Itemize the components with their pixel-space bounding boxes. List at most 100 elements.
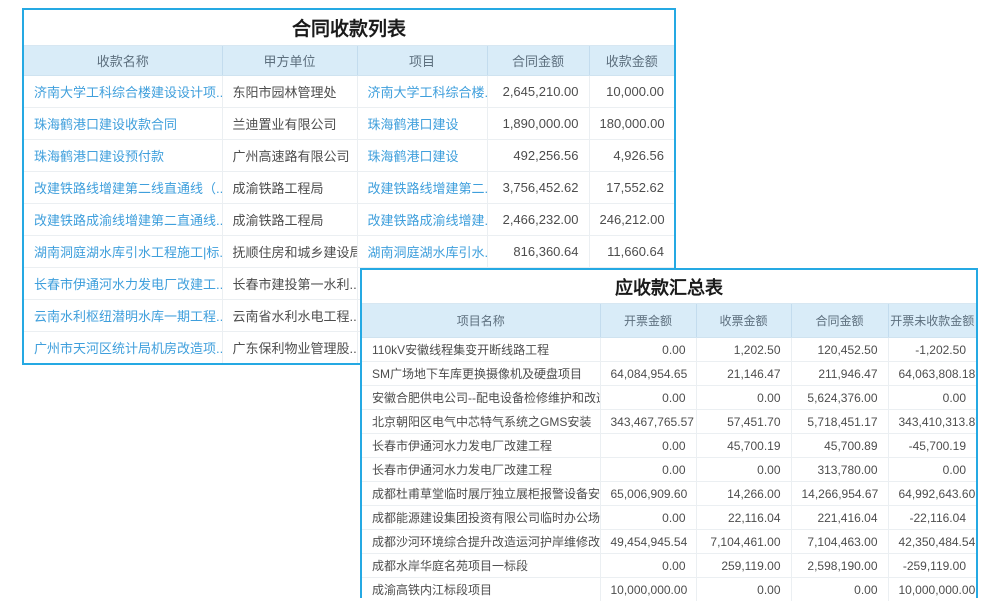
contract-amount-cell: 492,256.56 xyxy=(487,140,589,172)
table-row: 成都能源建设集团投资有限公司临时办公场所...0.0022,116.04221,… xyxy=(362,506,976,530)
receipt-name-link[interactable]: 长春市伊通河水力发电厂改建工... xyxy=(34,277,222,292)
invoiced-unpaid-amount-cell: -45,700.19 xyxy=(888,434,976,458)
contract-header-row: 收款名称 甲方单位 项目 合同金额 收款金额 xyxy=(24,46,674,76)
table-row: 北京朝阳区电气中芯特气系统之GMS安装343,467,765.5757,451.… xyxy=(362,410,976,434)
receipt-amount-cell: 7,104,461.00 xyxy=(696,530,791,554)
received-amount-cell: 180,000.00 xyxy=(589,108,674,140)
receipt-name-link[interactable]: 改建铁路线增建第二线直通线（... xyxy=(34,181,222,196)
received-amount-cell: 246,212.00 xyxy=(589,204,674,236)
project-name-cell: 成都沙河环境综合提升改造运河护岸维修改造 xyxy=(362,530,600,554)
project-link[interactable]: 改建铁路线增建第二... xyxy=(368,181,488,196)
invoice-amount-cell: 10,000,000.00 xyxy=(600,578,696,601)
col-header-invoiced-unpaid-amount: 开票未收款金额 xyxy=(888,304,976,338)
receipt-name-cell: 改建铁路成渝线增建第二直通线... xyxy=(24,204,222,236)
project-name-cell: 长春市伊通河水力发电厂改建工程 xyxy=(362,458,600,482)
table-row: 湖南洞庭湖水库引水工程施工|标...抚顺住房和城乡建设局湖南洞庭湖水库引水...… xyxy=(24,236,674,268)
table-row: 安徽合肥供电公司--配电设备检修维护和改造0.000.005,624,376.0… xyxy=(362,386,976,410)
party-unit-cell: 广东保利物业管理股... xyxy=(222,332,357,364)
col-header-project: 项目 xyxy=(357,46,487,76)
invoice-amount-cell: 0.00 xyxy=(600,554,696,578)
invoice-amount-cell: 0.00 xyxy=(600,434,696,458)
receipt-amount-cell: 14,266.00 xyxy=(696,482,791,506)
invoiced-unpaid-amount-cell: -1,202.50 xyxy=(888,338,976,362)
summary-header-row: 项目名称 开票金额 收票金额 合同金额 开票未收款金额 xyxy=(362,304,976,338)
project-link[interactable]: 济南大学工科综合楼... xyxy=(368,85,488,100)
table-row: 成都杜甫草堂临时展厅独立展柜报警设备安装...65,006,909.6014,2… xyxy=(362,482,976,506)
contract-amount-cell: 14,266,954.67 xyxy=(791,482,888,506)
project-name-cell: 成都能源建设集团投资有限公司临时办公场所... xyxy=(362,506,600,530)
receipt-name-link[interactable]: 湖南洞庭湖水库引水工程施工|标... xyxy=(34,245,222,260)
col-header-receipt-name: 收款名称 xyxy=(24,46,222,76)
project-name-cell: 安徽合肥供电公司--配电设备检修维护和改造 xyxy=(362,386,600,410)
col-header-received-amount: 收款金额 xyxy=(589,46,674,76)
invoiced-unpaid-amount-cell: -259,119.00 xyxy=(888,554,976,578)
invoice-amount-cell: 49,454,945.54 xyxy=(600,530,696,554)
project-cell: 湖南洞庭湖水库引水... xyxy=(357,236,487,268)
receipt-amount-cell: 1,202.50 xyxy=(696,338,791,362)
invoice-amount-cell: 65,006,909.60 xyxy=(600,482,696,506)
invoice-amount-cell: 0.00 xyxy=(600,338,696,362)
receipt-amount-cell: 22,116.04 xyxy=(696,506,791,530)
party-unit-cell: 长春市建投第一水利... xyxy=(222,268,357,300)
table-row: 长春市伊通河水力发电厂改建工程0.0045,700.1945,700.89-45… xyxy=(362,434,976,458)
table-row: 110kV安徽线程集变开断线路工程0.001,202.50120,452.50-… xyxy=(362,338,976,362)
receipt-name-link[interactable]: 广州市天河区统计局机房改造项... xyxy=(34,341,222,356)
project-name-cell: 北京朝阳区电气中芯特气系统之GMS安装 xyxy=(362,410,600,434)
receipt-name-link[interactable]: 济南大学工科综合楼建设设计项... xyxy=(34,85,222,100)
receipt-name-cell: 广州市天河区统计局机房改造项... xyxy=(24,332,222,364)
received-amount-cell: 4,926.56 xyxy=(589,140,674,172)
table-row: 成都水岸华庭名苑项目一标段0.00259,119.002,598,190.00-… xyxy=(362,554,976,578)
project-link[interactable]: 改建铁路成渝线增建... xyxy=(368,213,488,228)
project-cell: 改建铁路线增建第二... xyxy=(357,172,487,204)
contract-receipts-title: 合同收款列表 xyxy=(24,10,674,46)
invoiced-unpaid-amount-cell: 64,063,808.18 xyxy=(888,362,976,386)
receipt-name-link[interactable]: 云南水利枢纽潜明水库一期工程... xyxy=(34,309,222,324)
project-name-cell: 成渝高铁内江标段项目 xyxy=(362,578,600,601)
receipt-amount-cell: 45,700.19 xyxy=(696,434,791,458)
contract-amount-cell: 1,890,000.00 xyxy=(487,108,589,140)
table-row: SM广场地下车库更换摄像机及硬盘项目64,084,954.6521,146.47… xyxy=(362,362,976,386)
party-unit-cell: 东阳市园林管理处 xyxy=(222,76,357,108)
contract-amount-cell: 45,700.89 xyxy=(791,434,888,458)
receipt-name-cell: 湖南洞庭湖水库引水工程施工|标... xyxy=(24,236,222,268)
table-row: 珠海鹤港口建设预付款广州高速路有限公司珠海鹤港口建设492,256.564,92… xyxy=(24,140,674,172)
contract-amount-cell: 211,946.47 xyxy=(791,362,888,386)
received-amount-cell: 10,000.00 xyxy=(589,76,674,108)
receipt-amount-cell: 0.00 xyxy=(696,386,791,410)
project-link[interactable]: 珠海鹤港口建设 xyxy=(368,149,459,164)
contract-amount-cell: 2,466,232.00 xyxy=(487,204,589,236)
receipt-name-cell: 珠海鹤港口建设预付款 xyxy=(24,140,222,172)
project-name-cell: SM广场地下车库更换摄像机及硬盘项目 xyxy=(362,362,600,386)
receipt-amount-cell: 57,451.70 xyxy=(696,410,791,434)
project-cell: 珠海鹤港口建设 xyxy=(357,108,487,140)
receipt-name-link[interactable]: 珠海鹤港口建设收款合同 xyxy=(34,117,177,132)
col-header-invoice-amount: 开票金额 xyxy=(600,304,696,338)
col-header-receipt-amount: 收票金额 xyxy=(696,304,791,338)
receipt-amount-cell: 259,119.00 xyxy=(696,554,791,578)
project-link[interactable]: 湖南洞庭湖水库引水... xyxy=(368,245,488,260)
received-amount-cell: 17,552.62 xyxy=(589,172,674,204)
project-cell: 珠海鹤港口建设 xyxy=(357,140,487,172)
invoiced-unpaid-amount-cell: -22,116.04 xyxy=(888,506,976,530)
receivables-summary-title: 应收款汇总表 xyxy=(362,270,976,304)
project-name-cell: 长春市伊通河水力发电厂改建工程 xyxy=(362,434,600,458)
contract-amount-cell: 2,645,210.00 xyxy=(487,76,589,108)
project-cell: 改建铁路成渝线增建... xyxy=(357,204,487,236)
invoice-amount-cell: 343,467,765.57 xyxy=(600,410,696,434)
invoice-amount-cell: 0.00 xyxy=(600,458,696,482)
receipt-name-link[interactable]: 改建铁路成渝线增建第二直通线... xyxy=(34,213,222,228)
invoice-amount-cell: 0.00 xyxy=(600,386,696,410)
invoice-amount-cell: 0.00 xyxy=(600,506,696,530)
table-row: 改建铁路成渝线增建第二直通线...成渝铁路工程局改建铁路成渝线增建...2,46… xyxy=(24,204,674,236)
received-amount-cell: 11,660.64 xyxy=(589,236,674,268)
party-unit-cell: 云南省水利水电工程... xyxy=(222,300,357,332)
receivables-summary-table: 项目名称 开票金额 收票金额 合同金额 开票未收款金额 110kV安徽线程集变开… xyxy=(362,304,976,601)
table-row: 成都沙河环境综合提升改造运河护岸维修改造49,454,945.547,104,4… xyxy=(362,530,976,554)
col-header-project-name: 项目名称 xyxy=(362,304,600,338)
project-link[interactable]: 珠海鹤港口建设 xyxy=(368,117,459,132)
contract-amount-cell: 313,780.00 xyxy=(791,458,888,482)
receipt-name-link[interactable]: 珠海鹤港口建设预付款 xyxy=(34,149,164,164)
contract-amount-cell: 7,104,463.00 xyxy=(791,530,888,554)
receipt-name-cell: 长春市伊通河水力发电厂改建工... xyxy=(24,268,222,300)
contract-amount-cell: 221,416.04 xyxy=(791,506,888,530)
